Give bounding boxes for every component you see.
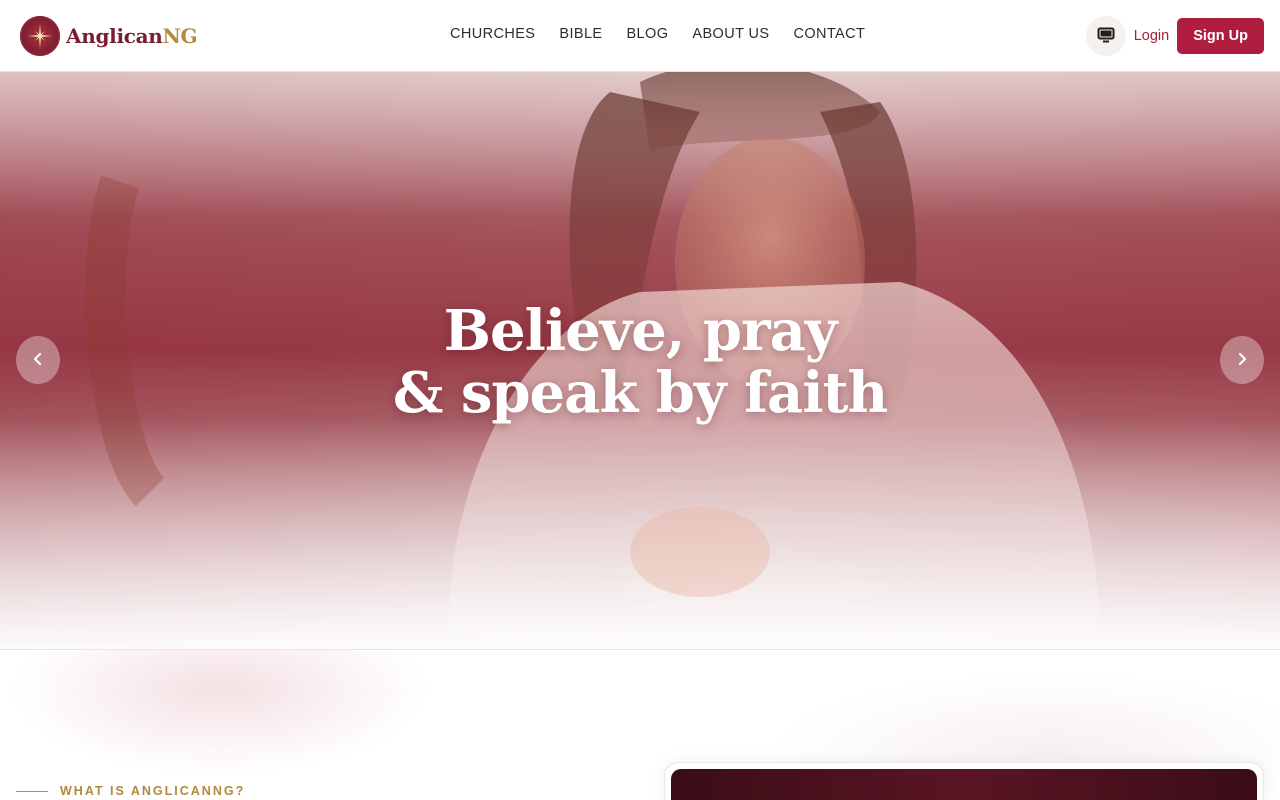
- brand-name-part2: NG: [162, 24, 198, 48]
- hero-title: Believe, pray & speak by faith: [0, 300, 1280, 424]
- nav-churches[interactable]: CHURCHES: [450, 26, 535, 42]
- header-actions: Login Sign Up: [1085, 16, 1264, 56]
- nav-bible[interactable]: BIBLE: [559, 26, 602, 42]
- eyebrow-label: WHAT IS ANGLICANNG?: [60, 784, 246, 798]
- monitor-icon: [1097, 26, 1115, 47]
- login-link[interactable]: Login: [1134, 28, 1169, 44]
- carousel-next-button[interactable]: [1220, 336, 1264, 384]
- site-header: AnglicanNG CHURCHES BIBLE BLOG ABOUT US …: [0, 0, 1280, 72]
- intro-media-card: [664, 762, 1264, 800]
- carousel-prev-button[interactable]: [16, 336, 60, 384]
- main-nav: CHURCHES BIBLE BLOG ABOUT US CONTACT: [450, 26, 865, 42]
- chevron-right-icon: [1236, 352, 1248, 369]
- nav-about-us[interactable]: ABOUT US: [692, 26, 769, 42]
- star-logo-icon: [20, 16, 60, 56]
- intro-eyebrow: WHAT IS ANGLICANNG?: [16, 784, 245, 798]
- sign-up-button[interactable]: Sign Up: [1177, 18, 1264, 54]
- nav-blog[interactable]: BLOG: [626, 26, 668, 42]
- hero-carousel: Believe, pray & speak by faith: [0, 72, 1280, 650]
- brand-logo-link[interactable]: AnglicanNG: [20, 16, 198, 56]
- intro-section: WHAT IS ANGLICANNG?: [0, 650, 1280, 800]
- brand-name-part1: Anglican: [66, 24, 163, 48]
- nav-contact[interactable]: CONTACT: [793, 26, 865, 42]
- hero-title-line1: Believe, pray: [443, 298, 838, 364]
- chevron-left-icon: [32, 352, 44, 369]
- intro-media-image: [671, 769, 1257, 800]
- theme-toggle-button[interactable]: [1085, 16, 1126, 56]
- brand-name: AnglicanNG: [66, 24, 198, 48]
- hero-title-line2: & speak by faith: [392, 360, 888, 426]
- eyebrow-divider: [16, 790, 48, 792]
